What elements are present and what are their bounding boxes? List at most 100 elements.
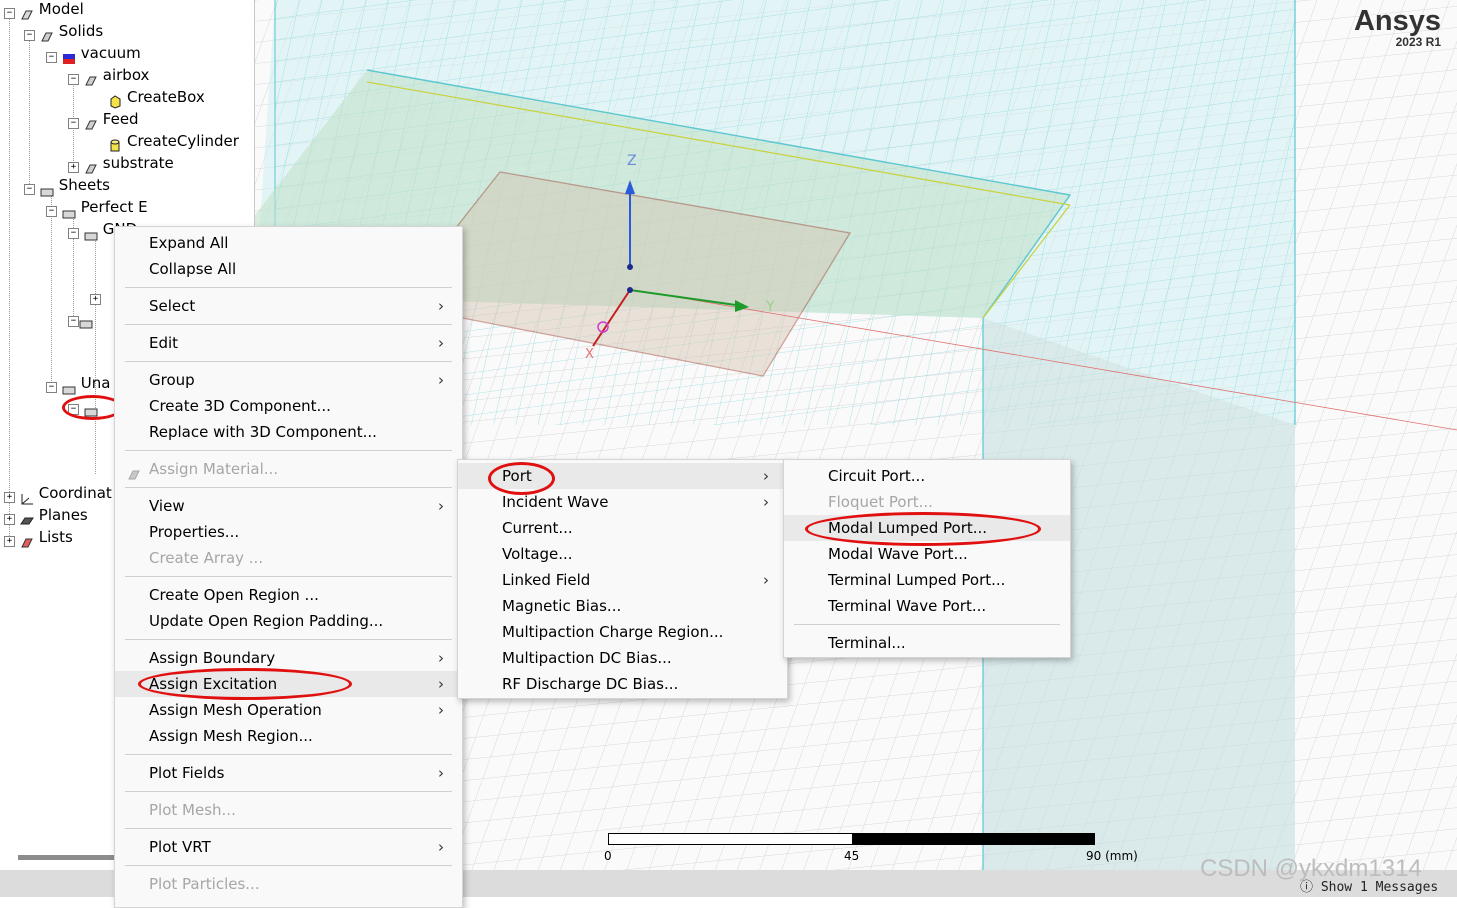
expand-toggle[interactable]: + xyxy=(4,492,15,503)
menu-item-current[interactable]: Current... xyxy=(458,515,787,541)
excitation-submenu[interactable]: Port › Incident Wave › Current... Voltage.… xyxy=(457,459,788,699)
menu-item-terminal-lumped-port[interactable]: Terminal Lumped Port... xyxy=(784,567,1070,593)
sheet-object-icon xyxy=(84,225,98,240)
chevron-right-icon: › xyxy=(763,571,769,589)
menu-item-assign-mesh-operation[interactable]: Assign Mesh Operation › xyxy=(115,697,462,723)
menu-item-create-open-region[interactable]: Create Open Region ... xyxy=(115,582,462,608)
menu-item-plot-vrt[interactable]: Plot VRT › xyxy=(115,834,462,860)
solid-object-icon xyxy=(84,159,98,173)
solids-icon xyxy=(40,27,54,41)
expand-toggle[interactable]: − xyxy=(46,382,57,393)
tree-item-model[interactable]: − Model xyxy=(4,0,84,20)
menu-item-linked-field[interactable]: Linked Field › xyxy=(458,567,787,593)
expand-toggle[interactable]: − xyxy=(24,184,35,195)
menu-item-create-3d-component[interactable]: Create 3D Component... xyxy=(115,393,462,419)
expand-toggle[interactable]: + xyxy=(4,536,15,547)
tree-item-lists[interactable]: + Lists xyxy=(4,526,73,548)
menu-item-expand-all[interactable]: Expand All xyxy=(115,230,462,256)
show-messages-button[interactable]: ⓘ Show 1 Messages xyxy=(1300,876,1438,895)
menu-item-terminal[interactable]: Terminal... xyxy=(784,630,1070,656)
menu-item-label: Terminal Lumped Port... xyxy=(828,571,1006,589)
expand-toggle[interactable]: − xyxy=(68,118,79,129)
tree-item-createbox[interactable]: CreateBox xyxy=(108,86,205,109)
menu-item-replace-with-3d-component[interactable]: Replace with 3D Component... xyxy=(115,419,462,445)
planes-icon xyxy=(19,511,34,524)
menu-item-label: Terminal... xyxy=(828,634,906,652)
expand-toggle[interactable]: + xyxy=(4,514,15,525)
expand-toggle[interactable]: − xyxy=(68,316,79,327)
expand-toggle[interactable]: + xyxy=(68,162,79,173)
chevron-right-icon: › xyxy=(438,764,444,782)
chevron-right-icon: › xyxy=(438,701,444,719)
expand-toggle[interactable]: − xyxy=(46,52,57,63)
port-submenu[interactable]: Circuit Port... Floquet Port... Modal Lu… xyxy=(783,459,1071,658)
tree-item-airbox[interactable]: − airbox xyxy=(68,64,149,86)
chevron-right-icon: › xyxy=(438,675,444,693)
menu-item-terminal-wave-port[interactable]: Terminal Wave Port... xyxy=(784,593,1070,619)
tree-item-label: Sheets xyxy=(58,176,110,194)
expand-toggle[interactable]: − xyxy=(68,74,79,85)
menu-item-circuit-port[interactable]: Circuit Port... xyxy=(784,463,1070,489)
menu-item-label: Collapse All xyxy=(149,260,237,278)
expand-toggle[interactable]: − xyxy=(24,30,35,41)
menu-item-multipaction-dc-bias[interactable]: Multipaction DC Bias... xyxy=(458,645,787,671)
menu-item-select[interactable]: Select › xyxy=(115,293,462,319)
tree-item-planes[interactable]: + Planes xyxy=(4,504,88,526)
expand-toggle[interactable]: − xyxy=(68,228,79,239)
tree-item-label: Solids xyxy=(58,22,104,40)
menu-item-plot-fields[interactable]: Plot Fields › xyxy=(115,760,462,786)
create-cylinder-icon xyxy=(108,137,122,151)
solid-object-icon xyxy=(84,115,98,129)
material-icon xyxy=(62,49,76,64)
tree-item-createcylinder[interactable]: CreateCylinder xyxy=(108,130,239,152)
tree-item-coordinate-systems[interactable]: + Coordinat xyxy=(4,482,112,504)
menu-item-label: Assign Mesh Region... xyxy=(149,727,313,745)
lists-icon xyxy=(20,533,34,547)
messages-label: Show 1 Messages xyxy=(1320,880,1439,895)
tree-item-vacuum[interactable]: − vacuum xyxy=(46,42,141,64)
menu-item-magnetic-bias[interactable]: Magnetic Bias... xyxy=(458,593,787,619)
menu-item-group[interactable]: Group › xyxy=(115,367,462,393)
tree-item-label: substrate xyxy=(102,154,174,172)
tree-item-perfect-e[interactable]: − Perfect E xyxy=(46,196,148,218)
expand-toggle[interactable]: − xyxy=(4,8,15,19)
expand-toggle[interactable]: − xyxy=(46,206,57,217)
tree-item-unassigned[interactable]: − Una xyxy=(46,372,110,394)
menu-item-label: Create Array ... xyxy=(149,549,264,567)
solid-object-icon xyxy=(84,71,98,85)
sheet-group-icon xyxy=(62,203,76,218)
tree-item-feed[interactable]: − Feed xyxy=(68,108,139,130)
menu-item-rf-discharge-dc-bias[interactable]: RF Discharge DC Bias... xyxy=(458,671,787,697)
menu-item-voltage[interactable]: Voltage... xyxy=(458,541,787,567)
menu-item-assign-mesh-region[interactable]: Assign Mesh Region... xyxy=(115,723,462,749)
menu-item-update-open-region-padding[interactable]: Update Open Region Padding... xyxy=(115,608,462,634)
menu-item-create-array: Create Array ... xyxy=(115,545,462,571)
menu-item-label: View xyxy=(149,497,185,515)
chevron-right-icon: › xyxy=(438,649,444,667)
tree-item-label: airbox xyxy=(102,66,150,84)
menu-item-view[interactable]: View › xyxy=(115,493,462,519)
tree-item-hidden[interactable]: − xyxy=(68,306,98,328)
menu-item-assign-boundary[interactable]: Assign Boundary › xyxy=(115,645,462,671)
tree-item-solids[interactable]: − Solids xyxy=(24,20,103,42)
menu-item-assign-material: Assign Material... xyxy=(115,456,462,482)
expand-toggle[interactable]: + xyxy=(90,294,101,305)
x-axis-label: X xyxy=(585,347,594,362)
menu-item-collapse-all[interactable]: Collapse All xyxy=(115,256,462,282)
tree-item-hidden[interactable]: + xyxy=(90,284,101,306)
chevron-right-icon: › xyxy=(438,838,444,856)
tree-item-sheets[interactable]: − Sheets xyxy=(24,174,110,196)
context-menu[interactable]: Expand All Collapse All Select › Edit › Gr… xyxy=(114,226,463,908)
menu-item-edit[interactable]: Edit › xyxy=(115,330,462,356)
menu-item-properties[interactable]: Properties... xyxy=(115,519,462,545)
menu-item-multipaction-charge-region[interactable]: Multipaction Charge Region... xyxy=(458,619,787,645)
menu-item-label: Replace with 3D Component... xyxy=(149,423,377,441)
tree-item-substrate[interactable]: + substrate xyxy=(68,152,174,174)
chevron-right-icon: › xyxy=(438,371,444,389)
sheets-icon xyxy=(40,181,54,196)
coordinate-systems-icon xyxy=(20,489,34,504)
menu-item-label: Group xyxy=(149,371,195,389)
tree-item-label: Coordinat xyxy=(38,484,112,502)
tree-item-label: CreateCylinder xyxy=(127,132,239,150)
scale-tick-45: 45 xyxy=(844,849,860,863)
